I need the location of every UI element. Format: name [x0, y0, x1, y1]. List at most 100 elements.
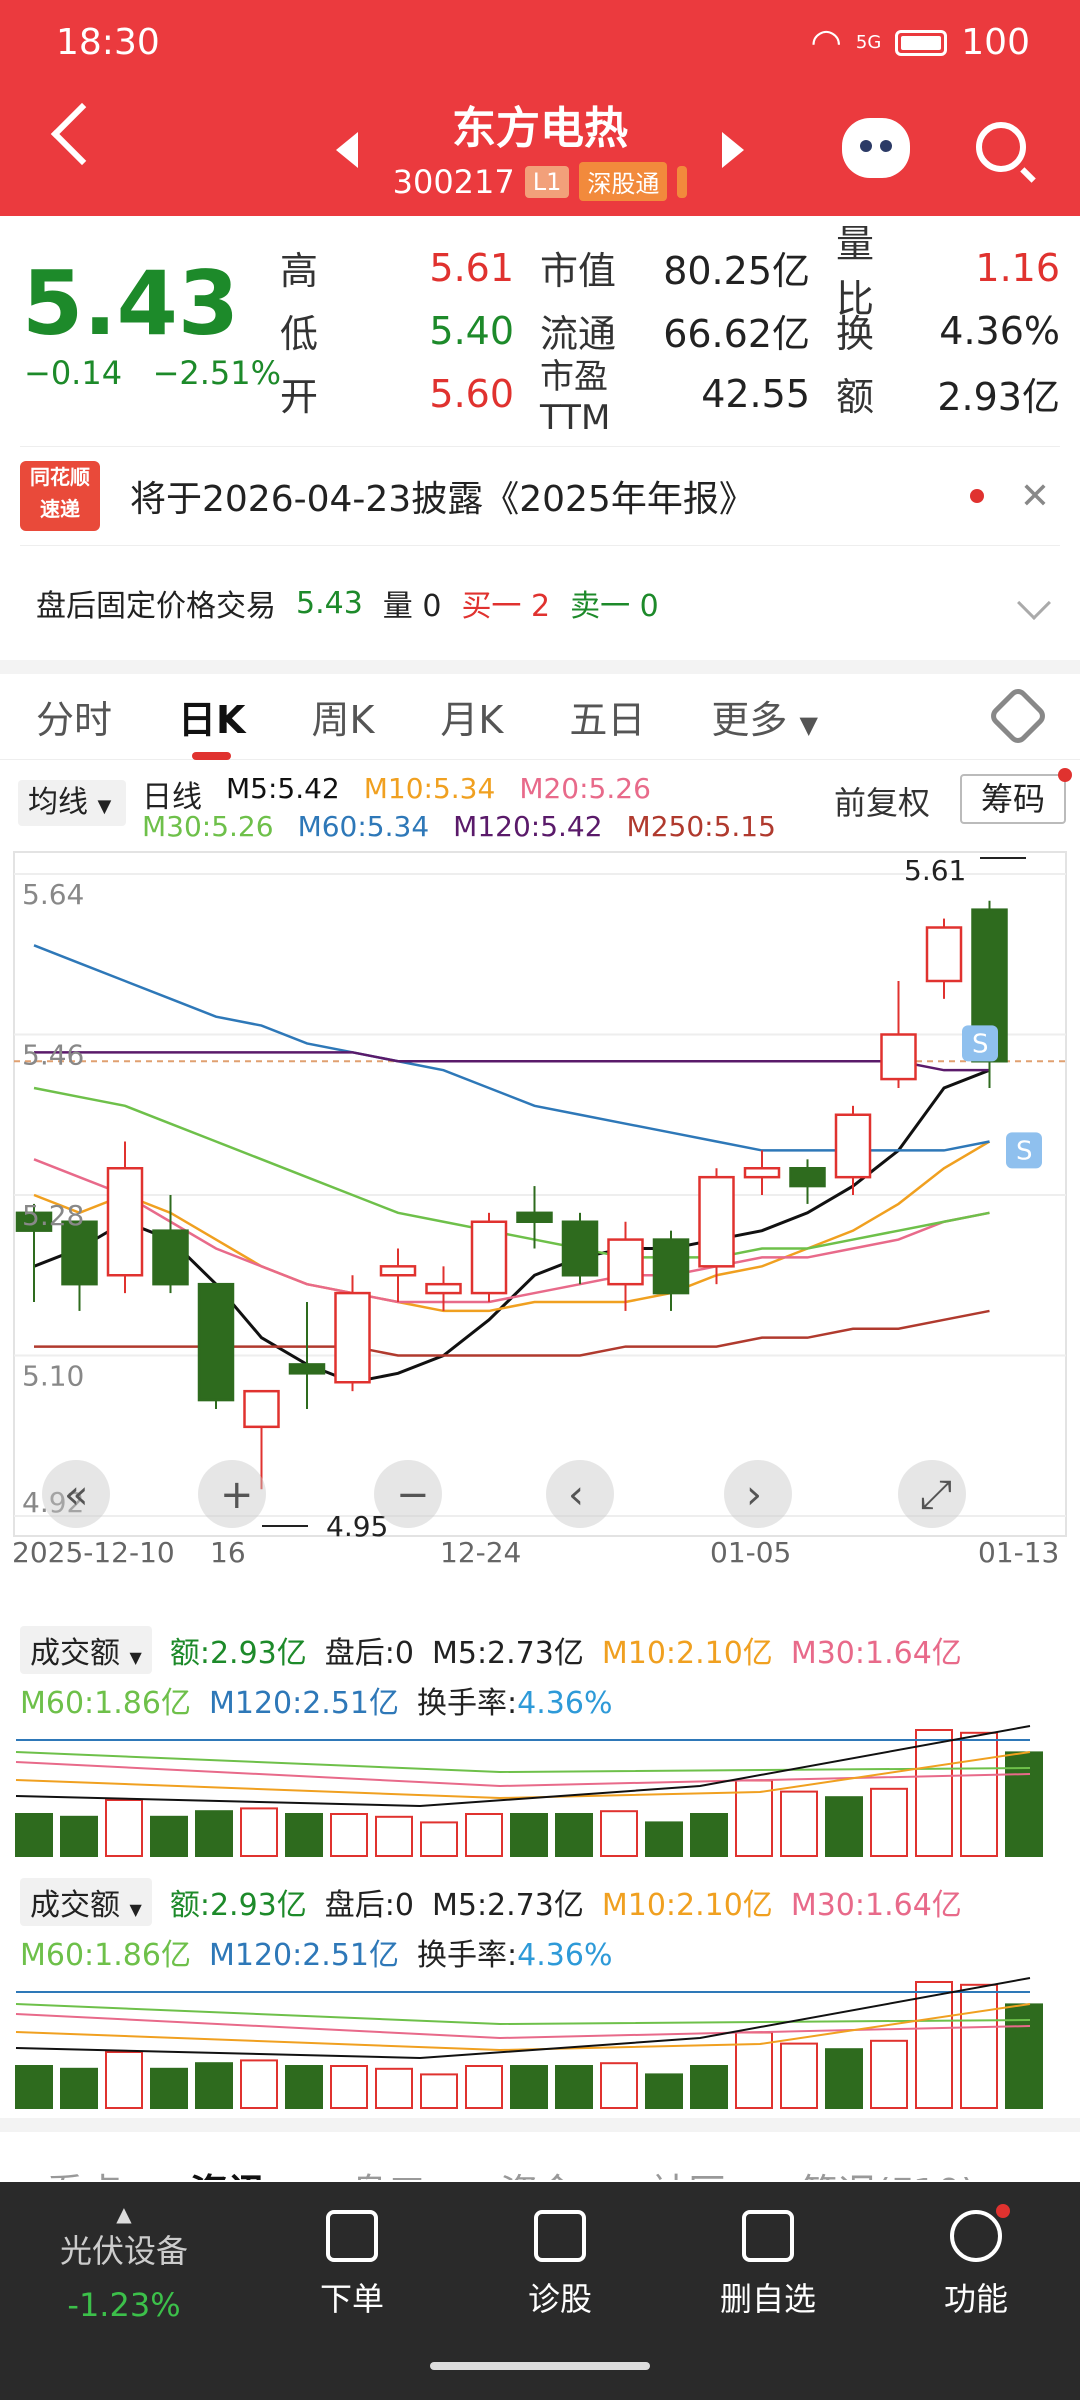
- sector-button[interactable]: ▲ 光伏设备 -1.23%: [44, 2202, 204, 2324]
- diagnose-button[interactable]: 诊股: [480, 2210, 640, 2320]
- caret-down-icon: ▼: [129, 1900, 142, 1919]
- candle-body: [652, 1238, 690, 1295]
- chart-tabs: 分时 日K 周K 月K 五日 更多 ▼: [0, 674, 1080, 760]
- order-label: 下单: [319, 2280, 384, 2318]
- order-icon: [326, 2210, 378, 2262]
- volume-bar: [510, 1813, 548, 1857]
- value-low: 5.40: [429, 308, 514, 353]
- news-logo-top: 同花顺: [30, 465, 90, 489]
- candlestick-chart[interactable]: 5.645.465.285.104.925.614.95SS2025-12-10…: [0, 846, 1080, 1566]
- candle-body: [152, 1229, 189, 1286]
- volume-legend-2: 成交额 ▼ 额:2.93亿 盘后:0 M5:2.73亿 M10:2.10亿 M3…: [20, 1878, 1070, 1974]
- volume-m5: M5:2.73亿: [431, 1636, 584, 1671]
- quote-grid: 高 5.61 市值 80.25亿 量比 1.16 低 5.40 流通 66.62…: [280, 222, 1080, 439]
- volume-bar: [285, 1813, 323, 1857]
- volume-bar: [915, 1981, 953, 2109]
- next-stock-icon[interactable]: [722, 132, 744, 168]
- chevron-down-icon[interactable]: [1017, 586, 1051, 620]
- ma-selector-button[interactable]: 均线 ▼: [18, 780, 126, 826]
- bid-one: 买一 2: [461, 581, 550, 625]
- label-pe: 市盈TTM: [540, 357, 611, 438]
- volume-bar: [15, 2065, 53, 2109]
- ma120-label: M120:5.42: [453, 810, 603, 843]
- ma-selector-label: 均线: [28, 785, 88, 820]
- tab-funds[interactable]: 资金: [500, 2162, 576, 2180]
- market-badge: 深股通: [579, 162, 668, 201]
- quote-panel: 5.43 −0.14 −2.51% 高 5.61 市值 80.25亿 量比 1.…: [0, 216, 1080, 446]
- header-bar: 18:30 ◠ 5G 100 东方电热 300217 L1 深股通: [0, 0, 1080, 216]
- volume-indicator-label: 成交额: [30, 1636, 120, 1671]
- x-tick-label: 2025-12-10: [12, 1536, 175, 1566]
- volume-legend-1: 成交额 ▼ 额:2.93亿 盘后:0 M5:2.73亿 M10:2.10亿 M3…: [20, 1626, 1070, 1722]
- value-amount: 2.93亿: [937, 375, 1060, 419]
- label-open: 开: [280, 375, 319, 419]
- volume-bar: [60, 2067, 98, 2110]
- value-float-cap: 66.62亿: [663, 312, 810, 356]
- volume-bar: [240, 2059, 278, 2109]
- value-pe: 42.55: [701, 371, 810, 416]
- change-value: −0.14: [24, 354, 123, 392]
- volume-chart-1[interactable]: [0, 1712, 1080, 1862]
- y-tick-label: 5.46: [22, 1039, 84, 1072]
- remove-watchlist-button[interactable]: 删自选: [688, 2210, 848, 2320]
- volume-bar: [645, 1821, 683, 1857]
- settings-icon[interactable]: [986, 684, 1050, 748]
- volume-chart-2[interactable]: [0, 1964, 1080, 2114]
- tab-daily-k[interactable]: 日K: [178, 689, 245, 760]
- order-button[interactable]: 下单: [272, 2210, 432, 2320]
- tab-news[interactable]: 资讯: [190, 2162, 266, 2180]
- volume-m10-2: M10:2.10亿: [601, 1888, 773, 1923]
- volume-indicator-selector[interactable]: 成交额 ▼: [20, 1626, 152, 1674]
- tab-weekly-k[interactable]: 周K: [311, 689, 374, 744]
- volume-after-hours-2: 盘后:0: [324, 1888, 414, 1923]
- volume-indicator-label-2: 成交额: [30, 1888, 120, 1923]
- tab-orderbook[interactable]: 盘口: [350, 2162, 426, 2180]
- value-volume-ratio: 1.16: [975, 245, 1060, 290]
- tab-community[interactable]: 社区: [650, 2162, 726, 2180]
- search-icon[interactable]: [976, 122, 1026, 172]
- ask-one-value: 0: [639, 589, 659, 624]
- ma60-label: M60:5.34: [297, 810, 430, 843]
- volume-bar: [825, 2048, 863, 2109]
- high-price-label: 5.61: [904, 854, 966, 887]
- volume-bar: [555, 2065, 593, 2109]
- tab-more[interactable]: 更多 ▼: [711, 689, 818, 744]
- fullscreen-icon-glyph: ⤢: [920, 1472, 952, 1518]
- after-hours-volume-label: 量: [382, 589, 413, 624]
- close-icon[interactable]: ✕: [1020, 476, 1050, 517]
- volume-bar: [195, 2062, 233, 2109]
- volume-m10: M10:2.10亿: [601, 1636, 773, 1671]
- tab-monthly-k[interactable]: 月K: [440, 689, 503, 744]
- y-tick-label: 5.64: [22, 878, 84, 911]
- volume-m5-2: M5:2.73亿: [431, 1888, 584, 1923]
- tab-intraday[interactable]: 分时: [36, 689, 112, 744]
- tab-f10[interactable]: 简况(F10): [800, 2162, 976, 2180]
- notice-text[interactable]: 将于2026-04-23披露《2025年年报》: [130, 470, 970, 522]
- notice-bar[interactable]: 同花顺 速递 将于2026-04-23披露《2025年年报》 ✕: [20, 446, 1060, 546]
- menu-icon: [950, 2204, 1010, 2262]
- home-indicator[interactable]: [430, 2362, 650, 2370]
- low-price-label: 4.95: [326, 1510, 388, 1543]
- detail-tabs: 看点 资讯 盘口 资金 社区 简况(F10): [0, 2150, 1080, 2180]
- after-hours-row[interactable]: 盘后固定价格交易 5.43 量 0 买一 2 卖一 0: [36, 570, 1051, 636]
- diagnose-label: 诊股: [527, 2280, 592, 2318]
- caret-down-icon: ▼: [129, 1648, 142, 1667]
- volume-legend-1-row-1: 成交额 ▼ 额:2.93亿 盘后:0 M5:2.73亿 M10:2.10亿 M3…: [20, 1626, 1070, 1674]
- candle-body: [607, 1238, 644, 1286]
- functions-button[interactable]: 功能: [896, 2204, 1056, 2320]
- after-hours-volume-value: 0: [422, 589, 442, 624]
- ma30-label: M30:5.26: [142, 810, 274, 843]
- volume-bar: [285, 2065, 323, 2109]
- battery-level: 100: [961, 22, 1030, 63]
- ma-legend-row-2: M30:5.26 M60:5.34 M120:5.42 M250:5.15: [142, 810, 776, 843]
- chip-button[interactable]: 筹码: [960, 768, 1072, 824]
- tab-five-day[interactable]: 五日: [569, 689, 645, 744]
- sell-signal-label: S: [1016, 1136, 1033, 1166]
- adjust-toggle[interactable]: 前复权: [834, 778, 930, 824]
- caret-down-icon: ▼: [799, 711, 818, 739]
- volume-indicator-selector-2[interactable]: 成交额 ▼: [20, 1878, 152, 1926]
- robot-assistant-icon[interactable]: [842, 118, 910, 178]
- tab-highlights[interactable]: 看点: [46, 2162, 122, 2180]
- volume-bar: [825, 1796, 863, 1857]
- volume-bar: [600, 2062, 638, 2109]
